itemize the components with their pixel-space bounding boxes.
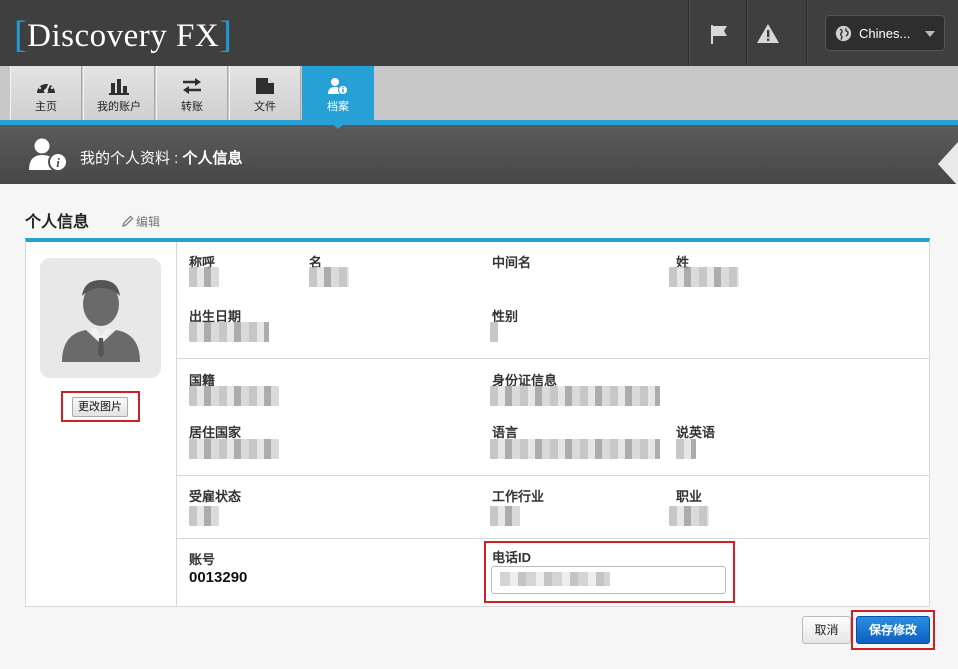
middle-name-label: 中间名 bbox=[492, 255, 532, 270]
divider bbox=[806, 0, 807, 66]
user-info-icon bbox=[328, 78, 348, 95]
first-name-value bbox=[309, 267, 349, 287]
divider bbox=[746, 0, 747, 66]
tab-label: 我的账户 bbox=[97, 101, 141, 113]
transfer-arrows-icon bbox=[183, 78, 201, 94]
tab-my-accounts[interactable]: 我的账户 bbox=[83, 66, 155, 120]
employment-status-value bbox=[189, 506, 219, 526]
tab-home[interactable]: 主页 bbox=[10, 66, 82, 120]
salutation-value bbox=[189, 267, 219, 287]
highlight-box bbox=[851, 610, 935, 650]
top-bar: [Discovery FX] Chines... bbox=[0, 0, 958, 66]
gender-value bbox=[490, 322, 498, 342]
logo[interactable]: [Discovery FX] bbox=[14, 12, 232, 56]
dashboard-icon bbox=[37, 82, 55, 94]
employment-status-label: 受雇状态 bbox=[189, 489, 242, 504]
tab-label: 文件 bbox=[254, 101, 276, 113]
residence-country-value bbox=[189, 439, 279, 459]
folder-icon bbox=[256, 78, 274, 94]
banner-notch bbox=[938, 142, 958, 186]
page-title: 我的个人资料 : 个人信息 bbox=[80, 150, 243, 167]
industry-value bbox=[490, 506, 520, 526]
birth-date-value bbox=[189, 322, 269, 342]
occupation-value bbox=[669, 506, 709, 526]
tab-profile[interactable]: 档案 bbox=[302, 66, 374, 120]
speaks-english-value bbox=[676, 439, 696, 459]
tab-files[interactable]: 文件 bbox=[229, 66, 301, 120]
chevron-down-icon bbox=[925, 31, 935, 37]
tab-label: 主页 bbox=[35, 101, 57, 113]
highlight-box bbox=[61, 391, 140, 422]
divider bbox=[177, 475, 929, 476]
user-placeholder-icon bbox=[62, 280, 140, 362]
globe-icon bbox=[835, 25, 852, 42]
pencil-icon bbox=[122, 215, 134, 227]
divider bbox=[177, 538, 929, 539]
tab-label: 档案 bbox=[327, 101, 349, 113]
language-value bbox=[490, 439, 660, 459]
occupation-label: 职业 bbox=[676, 489, 703, 504]
section-banner: i 我的个人资料 : 个人信息 bbox=[0, 125, 958, 184]
cancel-button[interactable]: 取消 bbox=[802, 616, 851, 644]
account-no-label: 账号 bbox=[189, 552, 216, 567]
section-title: 个人信息 bbox=[25, 214, 90, 231]
bar-chart-icon bbox=[109, 79, 129, 95]
warning-icon[interactable] bbox=[756, 22, 780, 46]
active-tab-pointer bbox=[327, 120, 349, 129]
divider bbox=[177, 358, 929, 359]
avatar bbox=[40, 258, 161, 378]
industry-label: 工作行业 bbox=[492, 489, 545, 504]
language-label: Chines... bbox=[859, 26, 911, 41]
last-name-value bbox=[669, 267, 739, 287]
svg-text:i: i bbox=[56, 155, 60, 170]
id-info-value bbox=[490, 386, 660, 406]
flag-icon[interactable] bbox=[708, 22, 732, 46]
language-select[interactable]: Chines... bbox=[825, 15, 945, 51]
main-nav: 主页 我的账户 转账 文件 档案 bbox=[0, 66, 958, 120]
divider bbox=[688, 0, 689, 66]
tab-label: 转账 bbox=[181, 101, 203, 113]
nationality-value bbox=[189, 386, 279, 406]
edit-link[interactable]: 编辑 bbox=[122, 213, 160, 230]
highlight-box bbox=[484, 541, 735, 603]
user-info-icon: i bbox=[29, 138, 68, 172]
tab-transfer[interactable]: 转账 bbox=[156, 66, 228, 120]
account-no-value: 0013290 bbox=[189, 569, 248, 586]
